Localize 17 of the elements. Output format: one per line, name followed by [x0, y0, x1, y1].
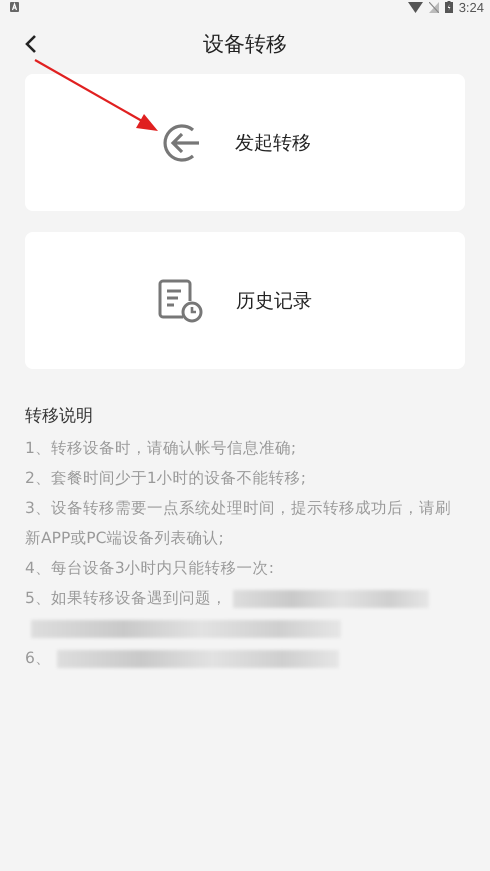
status-time: 3:24 — [458, 0, 484, 14]
page-title: 设备转移 — [203, 31, 287, 58]
action-card[interactable]: 历史记录 — [25, 232, 465, 369]
note-text: 5、如果转移设备遇到问题， — [25, 589, 227, 607]
action-card[interactable]: 发起转移 — [25, 74, 465, 211]
note-text: 1、转移设备时，请确认帐号信息准确; — [25, 439, 296, 457]
back-icon[interactable] — [25, 34, 37, 54]
action-label: 发起转移 — [235, 130, 311, 156]
note-text: 3、设备转移需要一点系统处理时间，提示转移成功后，请刷新APP或PC端设备列表确认; — [25, 499, 451, 547]
note-text: 4、每台设备3小时内只能转移一次: — [25, 559, 274, 577]
note-text: 6、 — [25, 649, 51, 667]
document-clock-icon — [158, 278, 204, 322]
action-label: 历史记录 — [236, 288, 312, 314]
no-sim-icon — [428, 2, 439, 12]
notes-title: 转移说明 — [25, 405, 94, 427]
note-text: 2、套餐时间少于1小时的设备不能转移; — [25, 469, 306, 487]
wifi-icon — [408, 2, 423, 12]
